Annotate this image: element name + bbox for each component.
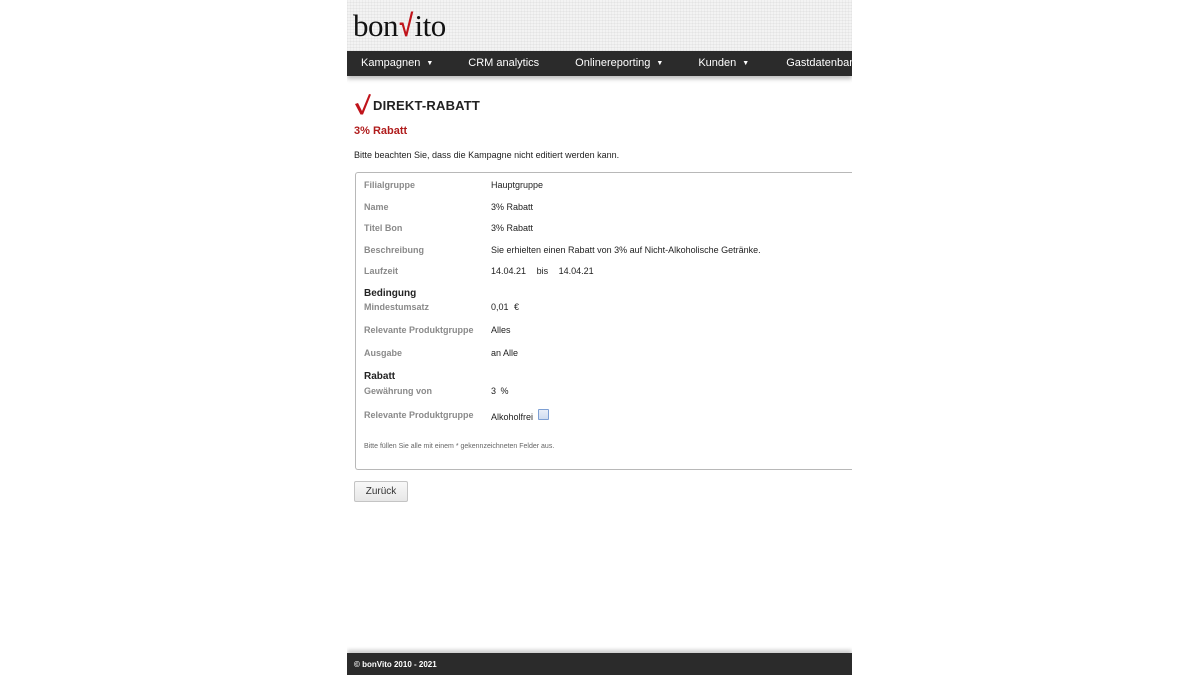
field-label: Mindestumsatz — [364, 302, 430, 312]
page-title-text: DIREKT-RABATT — [373, 98, 481, 113]
main-nav: Kampagnen ▼ CRM analytics Onlinereporting… — [347, 51, 852, 76]
caret-down-icon: ▼ — [656, 60, 664, 67]
field-label: Relevante Produktgruppe — [364, 410, 474, 420]
field-value: Hauptgruppe — [491, 180, 544, 190]
field-value: 0,01 — [491, 302, 509, 312]
field-value: Sie erhielten einen Rabatt von 3% auf Ni… — [491, 245, 761, 255]
page-title: DIREKT-RABATT — [354, 93, 845, 115]
nav-item-label: Kampagnen — [361, 57, 421, 69]
field-value: 3% Rabatt — [491, 202, 534, 212]
field-label: Laufzeit — [364, 266, 399, 276]
field-value: 3 — [491, 386, 497, 396]
caret-down-icon: ▼ — [742, 60, 750, 67]
field-value: an Alle — [491, 348, 519, 358]
field-label: Titel Bon — [364, 223, 403, 233]
row-beschreibung: Beschreibung Sie erhielten einen Rabatt v… — [364, 245, 761, 255]
footer: © bonVito 2010 - 2021 — [347, 653, 852, 675]
field-label: Name — [364, 202, 389, 212]
row-titel-bon: Titel Bon 3% Rabatt — [364, 223, 533, 233]
main-content: DIREKT-RABATT 3% Rabatt Bitte beachten S… — [347, 93, 852, 502]
campaign-subtitle: 3% Rabatt — [354, 125, 408, 137]
row-relevante-produktgruppe-bedingung: Relevante Produktgruppe Alles — [364, 325, 511, 335]
nav-item-kampagnen[interactable]: Kampagnen ▼ — [361, 51, 433, 76]
field-value: Alles — [491, 325, 511, 335]
laufzeit-separator: bis — [536, 266, 549, 276]
laufzeit-to: 14.04.21 — [558, 266, 594, 276]
field-label: Filialgruppe — [364, 180, 416, 190]
logo-text-prefix: bon — [353, 8, 399, 43]
section-heading-bedingung: Bedingung — [364, 288, 417, 299]
nav-item-label: Gastdatenbank — [786, 57, 852, 69]
row-gewaehrung: Gewährung von 3 % — [364, 386, 509, 396]
campaign-details-panel: Filialgruppe Hauptgruppe Name 3% Rabatt Ti… — [355, 172, 852, 470]
nav-item-label: CRM analytics — [468, 57, 540, 69]
row-relevante-produktgruppe-rabatt: Relevante Produktgruppe Alkoholfrei — [364, 409, 550, 422]
footer-copyright: © bonVito 2010 - 2021 — [354, 660, 437, 669]
alkoholfrei-checkbox[interactable] — [538, 409, 550, 420]
field-label: Gewährung von — [364, 386, 433, 396]
page-container: bon√ito Kampagnen ▼ CRM analytics Onliner… — [347, 0, 852, 675]
logo-text-suffix: ito — [414, 8, 447, 43]
nav-item-label: Kunden — [698, 57, 737, 69]
field-value: Alkoholfrei — [491, 412, 534, 422]
percent-unit: % — [500, 386, 509, 396]
logo-check-icon: √ — [399, 8, 414, 43]
nav-item-onlinereporting[interactable]: Onlinereporting ▼ — [575, 51, 663, 76]
bonvito-logo[interactable]: bon√ito — [353, 8, 446, 44]
laufzeit-from: 14.04.21 — [491, 266, 527, 276]
row-name: Name 3% Rabatt — [364, 202, 533, 212]
back-button[interactable]: Zurück — [354, 481, 408, 502]
field-label: Beschreibung — [364, 245, 425, 255]
nav-item-gastdatenbank[interactable]: Gastdatenbank — [786, 51, 852, 76]
row-ausgabe: Ausgabe an Alle — [364, 348, 518, 358]
field-label: Relevante Produktgruppe — [364, 325, 474, 335]
row-mindestumsatz: Mindestumsatz 0,01 € — [364, 302, 519, 312]
nav-item-kunden[interactable]: Kunden ▼ — [698, 51, 749, 76]
required-fields-hint: Bitte füllen Sie alle mit einem * gekenn… — [364, 443, 555, 450]
header: bon√ito — [347, 0, 852, 51]
currency-unit: € — [514, 302, 520, 312]
field-value: 3% Rabatt — [491, 223, 534, 233]
nav-item-label: Onlinereporting — [575, 57, 651, 69]
red-check-icon — [355, 94, 371, 115]
caret-down-icon: ▼ — [426, 60, 434, 67]
edit-notice: Bitte beachten Sie, dass die Kampagne ni… — [354, 150, 620, 160]
section-heading-rabatt: Rabatt — [364, 371, 396, 382]
nav-item-crm-analytics[interactable]: CRM analytics — [468, 51, 539, 76]
field-label: Ausgabe — [364, 348, 403, 358]
row-filialgruppe: Filialgruppe Hauptgruppe — [364, 180, 543, 190]
row-laufzeit: Laufzeit 14.04.21 bis 14.04.21 — [364, 266, 594, 276]
